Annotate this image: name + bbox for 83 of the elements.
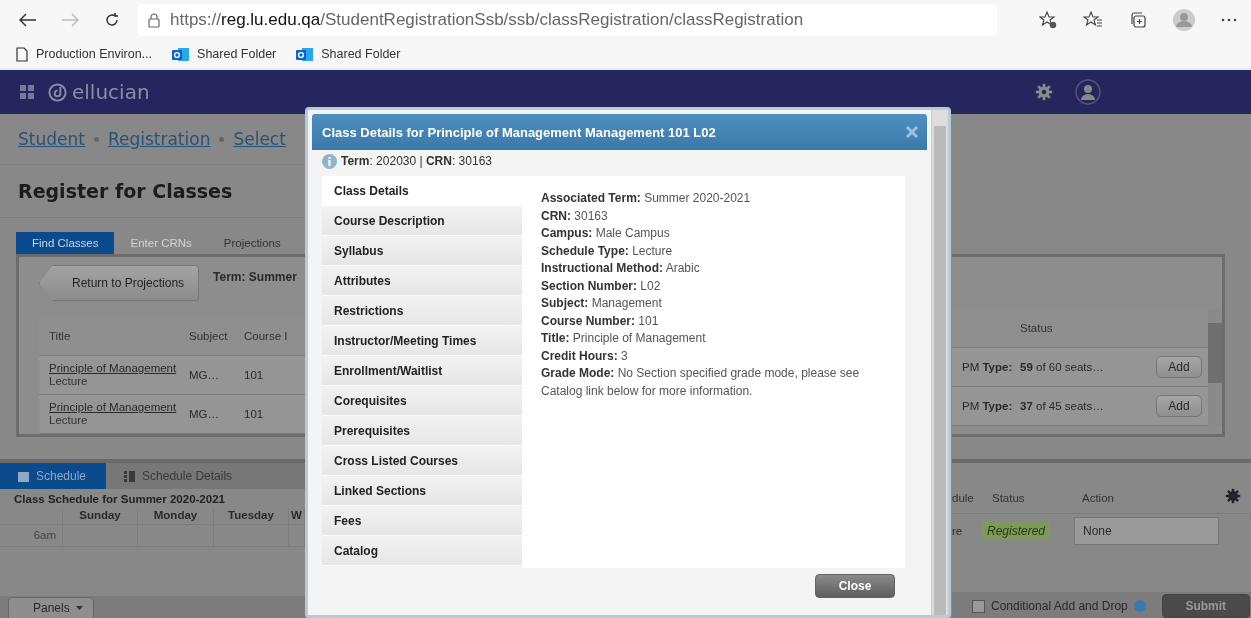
user-icon[interactable] (1075, 79, 1101, 105)
checkbox[interactable] (972, 599, 985, 613)
collections-icon[interactable] (1129, 11, 1147, 29)
status-badge: Registered (982, 522, 1051, 540)
column-header[interactable]: Course I (234, 330, 299, 342)
back-icon (19, 13, 37, 27)
detail-line: Campus: Male Campus (541, 225, 671, 242)
tab[interactable]: Projections (207, 232, 297, 254)
detail-line: Schedule Type: Lecture (541, 242, 674, 260)
day-header: Sunday (63, 509, 138, 525)
list-icon (124, 470, 136, 482)
info-icon (322, 153, 337, 169)
term-info-text: Term: 202030 | CRN: 30163 (341, 154, 492, 168)
detail-line: Subject: Management (541, 295, 663, 312)
url-text: https://reg.lu.edu.qa/StudentRegistrationSsb/ssb/classRegistration/classRegistration (170, 10, 804, 30)
forward-icon (61, 13, 79, 27)
address-bar[interactable]: https://reg.lu.edu.qa/StudentRegistrationSsb/ssb/classRegistration/classRegistration (138, 4, 997, 36)
detail-line: CRN: 30163 (541, 207, 609, 225)
table-cell-text: 101 (243, 408, 265, 420)
return-button[interactable]: Return to Projections (39, 265, 200, 301)
course-title-link[interactable]: Principle of Management (49, 362, 179, 375)
logo-icon (48, 82, 67, 102)
table-cell-text: MG… (188, 369, 221, 381)
table-cell-text: 101 (243, 369, 265, 381)
scrollbar[interactable] (931, 110, 948, 615)
more-icon[interactable] (1221, 18, 1237, 22)
day-header: Monday (138, 509, 214, 525)
action-select[interactable]: None (1074, 517, 1220, 545)
calendar-icon (18, 470, 29, 482)
detail-line: Grade Mode: No Section specified grade mode, please see Catalog link below for more information. (541, 365, 861, 400)
close-button[interactable] (905, 125, 919, 139)
column-header[interactable]: dule (952, 492, 982, 504)
column-header[interactable]: Subject (179, 330, 234, 342)
panels-button[interactable]: Panels (8, 597, 94, 618)
add-button[interactable]: Add (1156, 395, 1202, 417)
table-cell-text: PM Type: (961, 361, 1010, 373)
column-header[interactable]: Status (1010, 322, 1130, 334)
close-button[interactable]: Close (815, 574, 895, 598)
mail-app-icon (296, 46, 314, 62)
page-icon (16, 46, 28, 62)
bookmark-link[interactable]: Production Environ... (16, 46, 153, 62)
settings-icon[interactable] (1225, 488, 1241, 504)
dialog-title: Class Details for Principle of Management Management 101 L02 (322, 124, 716, 140)
column-header[interactable]: Title (39, 330, 179, 342)
detail-line: Title: Principle of Management (541, 330, 707, 347)
page-title: Register for Classes (0, 164, 305, 218)
submit-button[interactable]: Submit (1161, 594, 1250, 618)
bookmark-link[interactable]: Shared Folder (172, 46, 277, 62)
table-cell-text: re (952, 525, 964, 537)
apps-grid-icon[interactable] (20, 85, 34, 99)
course-title-link[interactable]: Principle of Management (49, 401, 179, 414)
time-label: 6am (0, 525, 63, 547)
detail-line: Credit Hours: 3 (541, 347, 629, 365)
schedule-type-text: Lecture (49, 375, 89, 388)
term-label: Term: Summer (213, 270, 297, 284)
seats-text: 37 of 45 seats… (1019, 400, 1105, 412)
add-button[interactable]: Add (1156, 356, 1202, 378)
add-favorite-icon[interactable] (1039, 11, 1057, 29)
mail-app-icon (172, 46, 190, 62)
caret-icon (75, 606, 83, 610)
favorites-icon[interactable] (1083, 11, 1103, 29)
settings-icon[interactable] (1035, 83, 1053, 101)
reload-icon (104, 12, 120, 28)
day-header: Tuesday (214, 509, 289, 525)
detail-line: Section Number: L02 (541, 277, 662, 295)
table-cell-text: PM Type: (961, 400, 1010, 412)
column-header[interactable]: Action (1072, 492, 1212, 504)
schedule-title: Class Schedule for Summer 2020-2021 (13, 492, 226, 507)
bookmark-link[interactable]: Shared Folder (296, 46, 401, 62)
tab[interactable]: Find Classes (16, 232, 115, 254)
lock-icon (148, 12, 160, 28)
detail-line: Course Number: 101 (541, 312, 660, 330)
table-cell-text: MG… (188, 408, 221, 420)
brand-name: ellucian (72, 80, 150, 104)
tab[interactable]: Schedule (0, 463, 107, 489)
section-tab[interactable]: Class Details (322, 176, 522, 206)
detail-line: Associated Term: Summer 2020-2021 (541, 190, 752, 207)
detail-line: Instructional Method: Arabic (541, 260, 701, 277)
profile-icon[interactable] (1173, 9, 1195, 31)
seats-text: 59 of 60 seats… (1019, 361, 1105, 373)
column-header[interactable]: Status (982, 492, 1072, 504)
schedule-type-text: Lecture (49, 414, 89, 427)
checkbox-label: Conditional Add and Drop (991, 599, 1128, 613)
